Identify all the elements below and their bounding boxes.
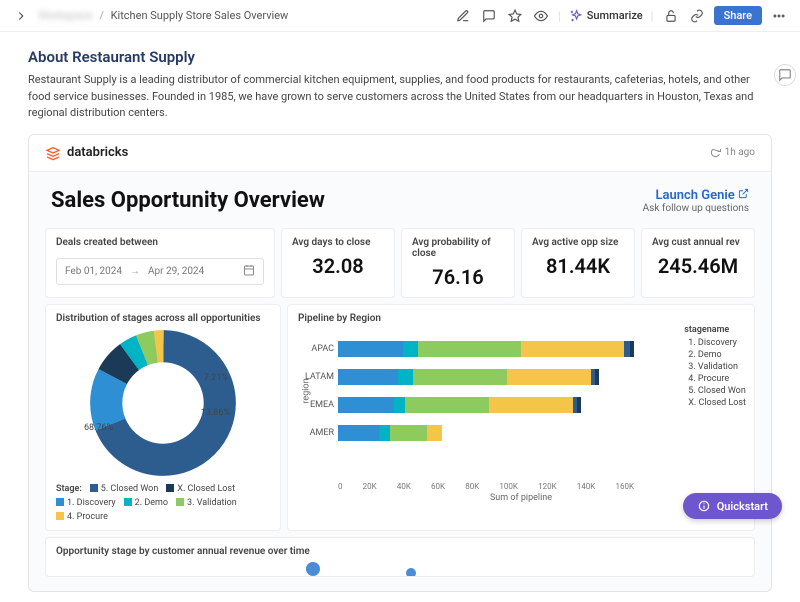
bar-chart[interactable]: region APAC LATAM EMEA AMER: [298, 328, 744, 478]
quickstart-button[interactable]: Quickstart: [683, 493, 782, 519]
dashboard-header: databricks 1h ago: [29, 135, 771, 172]
bar-row-amer: AMER: [338, 422, 634, 444]
more-icon[interactable]: [770, 7, 788, 25]
donut-chart[interactable]: 68.76% 13.86% 7.21%: [78, 328, 248, 478]
bar-row-apac: APAC: [338, 338, 634, 360]
date-filter-card: Deals created between Feb 01, 2024 → Apr…: [45, 228, 275, 298]
refresh-timestamp[interactable]: 1h ago: [710, 147, 755, 158]
lock-icon[interactable]: [662, 7, 680, 25]
kpi-annual-rev: Avg cust annual rev 245.46M: [641, 228, 755, 298]
star-icon[interactable]: [506, 7, 524, 25]
link-icon[interactable]: [688, 7, 706, 25]
calendar-icon[interactable]: [243, 264, 255, 279]
breadcrumb-workspace[interactable]: Workspace: [38, 9, 93, 22]
filter-label: Deals created between: [56, 237, 264, 248]
kpi-days-to-close: Avg days to close 32.08: [281, 228, 395, 298]
chevron-right-icon[interactable]: [12, 7, 30, 25]
breadcrumb-page[interactable]: Kitchen Supply Store Sales Overview: [111, 9, 289, 22]
watch-icon[interactable]: [532, 7, 550, 25]
bar-legend: stagename 1. Discovery 2. Demo 3. Valida…: [684, 325, 746, 410]
launch-genie[interactable]: Launch Genie Ask follow up questions: [643, 188, 749, 214]
dashboard-title: Sales Opportunity Overview: [51, 188, 643, 213]
embedded-dashboard: databricks 1h ago Sales Opportunity Over…: [28, 134, 772, 592]
summarize-button[interactable]: Summarize: [569, 9, 643, 23]
page-description: Restaurant Supply is a leading distribut…: [28, 72, 772, 122]
page-content: About Restaurant Supply Restaurant Suppl…: [0, 32, 800, 602]
page-title: About Restaurant Supply: [28, 48, 772, 66]
databricks-logo: databricks: [45, 145, 128, 161]
kpi-opp-size: Avg active opp size 81.44K: [521, 228, 635, 298]
date-range-input[interactable]: Feb 01, 2024 → Apr 29, 2024: [56, 258, 264, 285]
bar-row-latam: LATAM: [338, 366, 634, 388]
revenue-over-time-card: Opportunity stage by customer annual rev…: [45, 537, 755, 577]
arrow-right-icon: →: [130, 266, 140, 277]
comment-icon[interactable]: [480, 7, 498, 25]
breadcrumb[interactable]: Workspace / Kitchen Supply Store Sales O…: [38, 9, 288, 22]
top-bar: Workspace / Kitchen Supply Store Sales O…: [0, 0, 800, 32]
date-to: Apr 29, 2024: [148, 266, 204, 277]
edit-icon[interactable]: [454, 7, 472, 25]
donut-chart-card: Distribution of stages across all opport…: [45, 304, 281, 531]
donut-label-won: 68.76%: [84, 423, 113, 433]
bar-chart-card: Pipeline by Region region APAC LATAM EME…: [287, 304, 755, 531]
bar-xaxis: 020K40K60K80K100K120K140K160K: [338, 482, 634, 491]
side-comment-icon[interactable]: [774, 64, 796, 86]
kpi-probability: Avg probability of close 76.16: [401, 228, 515, 298]
donut-label-lost: 7.21%: [204, 373, 228, 383]
donut-label-discovery: 13.86%: [201, 408, 230, 418]
donut-legend: Stage: 5. Closed Won X. Closed Lost 1. D…: [56, 484, 270, 522]
share-button[interactable]: Share: [714, 6, 762, 25]
date-from: Feb 01, 2024: [65, 266, 122, 277]
bar-row-emea: EMEA: [338, 394, 634, 416]
